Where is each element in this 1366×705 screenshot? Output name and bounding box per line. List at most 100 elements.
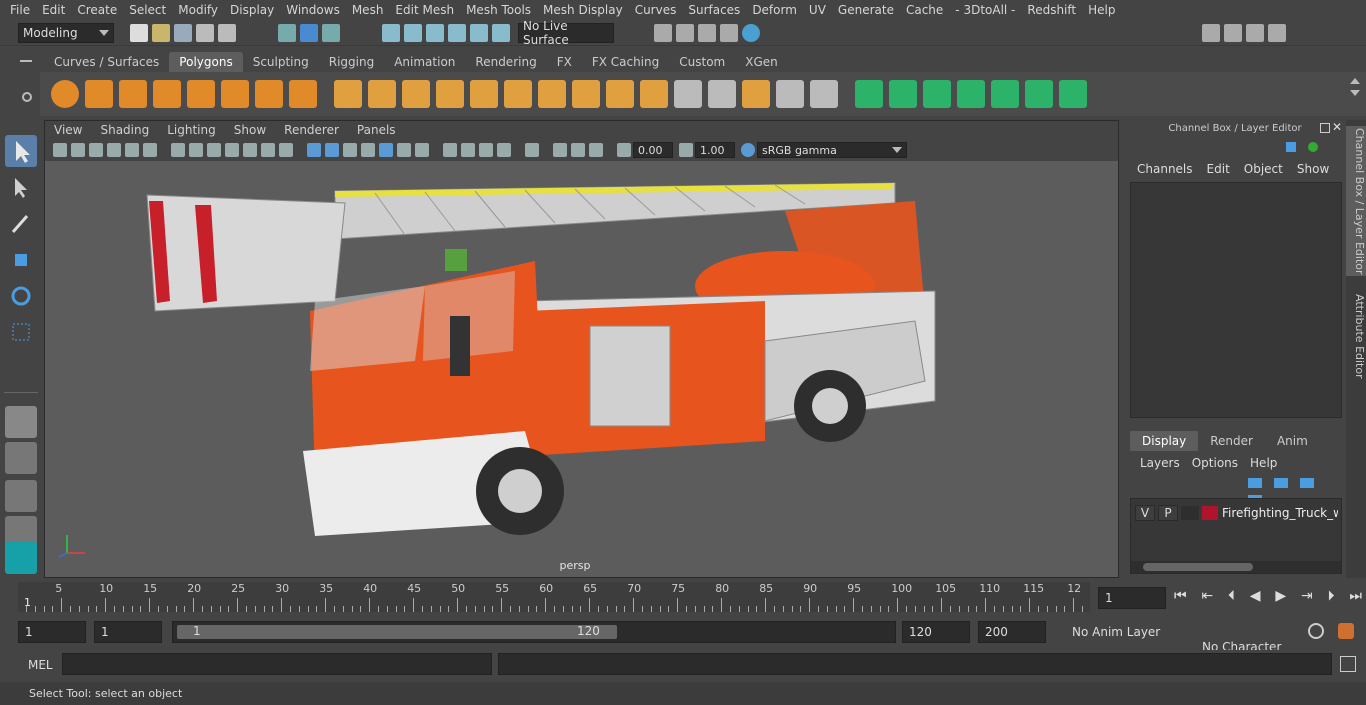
menu-item-19[interactable]: Help (1082, 0, 1121, 20)
smooth-icon[interactable] (436, 80, 464, 108)
viewport-menu-item-2[interactable]: Lighting (158, 121, 225, 139)
uv-planar-icon[interactable] (855, 80, 883, 108)
save-scene-icon[interactable] (174, 23, 192, 42)
xray-joints-icon[interactable] (589, 143, 603, 157)
gate-mask-icon[interactable] (225, 143, 239, 157)
select-tool-icon[interactable] (5, 135, 37, 167)
xray-active-icon[interactable] (571, 143, 585, 157)
step-forward-frame-icon[interactable]: ⏵ (1328, 588, 1335, 608)
workspace-icon[interactable] (1202, 23, 1220, 42)
poly-pyramid-icon[interactable] (255, 80, 283, 108)
poly-cone-icon[interactable] (153, 80, 181, 108)
viewport-menu-item-5[interactable]: Panels (348, 121, 405, 139)
toggle-panel-icon[interactable] (1246, 23, 1264, 42)
edge-loop-icon[interactable] (674, 80, 702, 108)
play-backward-icon[interactable]: ◀ (1250, 588, 1261, 608)
combine-icon[interactable] (334, 80, 362, 108)
default-material-icon[interactable] (343, 143, 357, 157)
menu-item-5[interactable]: Display (224, 0, 280, 20)
shelf-scroll[interactable] (1348, 72, 1362, 112)
insert-loop-icon[interactable] (708, 80, 736, 108)
shelf-tab-8[interactable]: Custom (669, 52, 735, 72)
poly-cube-icon[interactable] (85, 80, 113, 108)
play-forward-icon[interactable]: ▶ (1275, 588, 1286, 608)
menu-item-4[interactable]: Modify (172, 0, 224, 20)
render-view-icon[interactable] (654, 23, 672, 42)
smooth-shade-icon[interactable] (325, 143, 339, 157)
menu-item-15[interactable]: Generate (832, 0, 900, 20)
channel-box-side-tab[interactable]: Channel Box / Layer Editor (1346, 126, 1366, 276)
menu-item-7[interactable]: Mesh (346, 0, 390, 20)
target-weld-icon[interactable] (606, 80, 634, 108)
gamma-icon[interactable] (679, 143, 693, 157)
menu-item-3[interactable]: Select (123, 0, 172, 20)
multi-cut-icon[interactable] (538, 80, 566, 108)
grid-icon[interactable] (171, 143, 185, 157)
layer-visibility-toggle[interactable]: V (1135, 505, 1155, 521)
open-scene-icon[interactable] (152, 23, 170, 42)
layer-tool-icons[interactable] (1244, 476, 1334, 505)
rotate-tool-icon[interactable] (5, 280, 37, 312)
lasso-tool-icon[interactable] (5, 172, 37, 204)
menu-item-18[interactable]: Redshift (1021, 0, 1082, 20)
new-scene-icon[interactable] (130, 23, 148, 42)
channel-menu-item-2[interactable]: Object (1237, 160, 1290, 178)
select-component-icon[interactable] (322, 23, 340, 42)
uv-spherical-icon[interactable] (923, 80, 951, 108)
snap-surface-icon[interactable] (470, 23, 488, 42)
float-panel-icon[interactable] (1320, 123, 1330, 133)
freeze-icon[interactable] (810, 80, 838, 108)
wireframe-on-shaded-icon[interactable] (361, 143, 375, 157)
snap-pivot-icon[interactable] (492, 23, 510, 42)
poly-pipe-icon[interactable] (289, 80, 317, 108)
textured-icon[interactable] (379, 143, 393, 157)
anim-layer-selector[interactable]: No Anim Layer (1052, 621, 1170, 643)
scale-tool-icon[interactable] (5, 316, 37, 348)
paint-select-tool-icon[interactable] (5, 208, 37, 240)
poly-cylinder-icon[interactable] (119, 80, 147, 108)
fill-hole-icon[interactable] (640, 80, 668, 108)
menu-item-12[interactable]: Surfaces (682, 0, 746, 20)
color-management-icon[interactable] (741, 143, 755, 157)
exposure-field[interactable]: 0.00 (633, 142, 673, 158)
snap-view-icon[interactable] (448, 23, 466, 42)
uv-editor-icon[interactable] (1059, 80, 1087, 108)
safe-title-icon[interactable] (279, 143, 293, 157)
viewport-menu-item-4[interactable]: Renderer (275, 121, 348, 139)
key-icons[interactable] (1282, 140, 1334, 156)
menu-item-13[interactable]: Deform (746, 0, 803, 20)
range-slider[interactable]: 1 120 (172, 621, 896, 643)
extrude-icon[interactable] (470, 80, 498, 108)
grease-pencil-icon[interactable] (143, 143, 157, 157)
separate-icon[interactable] (368, 80, 396, 108)
shelf-tab-5[interactable]: Rendering (465, 52, 546, 72)
step-back-frame-icon[interactable]: ⏴ (1228, 588, 1235, 608)
chevron-down-icon[interactable] (1350, 90, 1360, 96)
time-slider[interactable]: 5 10 15 20 25 30 35 40 45 50 55 60 65 70 75 80 85 90 95 100… (0, 580, 1366, 614)
uv-layout-icon[interactable] (1025, 80, 1053, 108)
exposure-icon[interactable] (617, 143, 631, 157)
menu-item-10[interactable]: Mesh Display (537, 0, 629, 20)
script-editor-icon[interactable] (1340, 656, 1356, 672)
snap-curve-icon[interactable] (404, 23, 422, 42)
shelf-tab-1[interactable]: Polygons (169, 52, 243, 72)
field-chart-icon[interactable] (243, 143, 257, 157)
outliner-layout-icon[interactable] (5, 480, 37, 512)
channel-menu-item-0[interactable]: Channels (1130, 160, 1200, 178)
mirror-icon[interactable] (402, 80, 430, 108)
single-pane-layout-icon[interactable] (5, 406, 37, 438)
shelf-tab-3[interactable]: Rigging (319, 52, 384, 72)
close-icon[interactable]: ✕ (1332, 120, 1344, 136)
toggle-panel-icon[interactable] (1268, 23, 1286, 42)
uv-cylindrical-icon[interactable] (889, 80, 917, 108)
menu-icon[interactable] (20, 60, 32, 62)
playback-start-field[interactable]: 1 (94, 621, 162, 643)
shelf-tab-0[interactable]: Curves / Surfaces (44, 52, 169, 72)
four-pane-layout-icon[interactable] (5, 442, 37, 474)
shelf-tab-2[interactable]: Sculpting (243, 52, 319, 72)
shelf-tab-6[interactable]: FX (547, 52, 582, 72)
viewport-menu-item-0[interactable]: View (45, 121, 91, 139)
anti-aliasing-icon[interactable] (479, 143, 493, 157)
motion-blur-icon[interactable] (461, 143, 475, 157)
auto-key-icon[interactable] (1308, 623, 1324, 639)
